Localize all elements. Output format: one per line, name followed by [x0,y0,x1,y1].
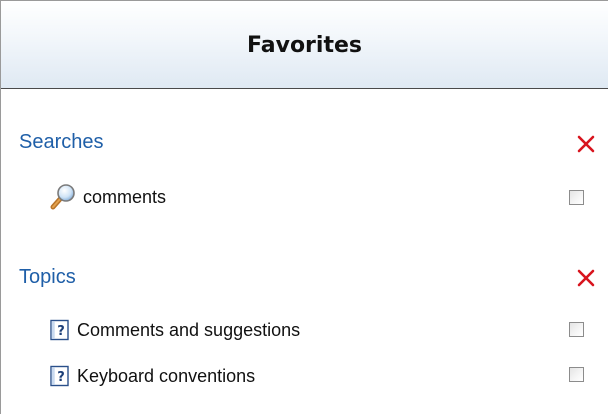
topic-item-checkbox[interactable] [569,367,584,382]
clear-topics-icon[interactable] [574,266,598,290]
topic-item-keyboard-conventions[interactable]: ? Keyboard conventions [49,364,255,388]
favorites-header: Favorites [1,1,608,89]
topic-item-label: Keyboard conventions [77,365,256,386]
topic-item-comments-and-suggestions[interactable]: ? Comments and suggestions [49,318,300,342]
clear-searches-icon[interactable] [574,132,598,156]
search-item-label: comments [83,186,167,207]
topic-item-checkbox[interactable] [569,322,584,337]
search-item-comments[interactable]: comments [49,183,167,211]
svg-text:?: ? [57,370,65,385]
svg-text:?: ? [57,324,65,339]
section-title-searches: Searches [19,131,104,153]
favorites-panel: Favorites Searches comments Topics ? Com… [0,0,608,414]
help-topic-icon: ? [49,319,71,341]
help-topic-icon: ? [49,365,71,387]
magnifier-icon [49,183,77,211]
search-item-checkbox[interactable] [569,190,584,205]
section-title-topics: Topics [19,266,76,288]
topic-item-label: Comments and suggestions [77,319,301,340]
favorites-title: Favorites [247,33,362,58]
